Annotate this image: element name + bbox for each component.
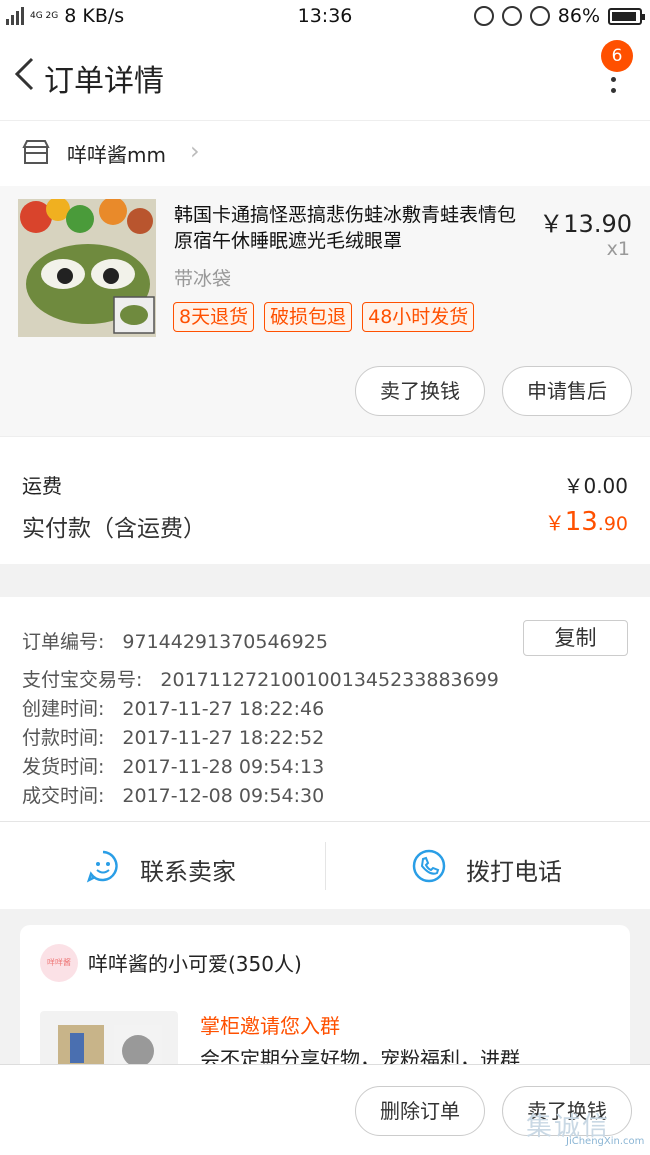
contact-seller-label: 联系卖家 — [140, 858, 236, 886]
battery-percent: 86% — [557, 5, 600, 27]
shipping-value: ￥0.00 — [563, 474, 628, 498]
call-phone-button[interactable]: 拨打电话 — [326, 822, 650, 910]
shipping-label: 运费 — [22, 474, 62, 498]
tag-damage: 破损包退 — [264, 302, 353, 332]
tag-shipping: 48小时发货 — [362, 302, 475, 332]
info-row-paid: 付款时间: 2017-11-27 18:22:52 — [22, 727, 325, 749]
product-title[interactable]: 韩国卡通搞怪恶搞悲伤蛙冰敷青蛙表情包原宿午休睡眠遮光毛绒眼罩 — [174, 202, 530, 254]
notification-badge: 6 — [601, 40, 633, 72]
delete-order-button[interactable]: 删除订单 — [355, 1086, 485, 1136]
order-item[interactable]: 韩国卡通搞怪恶搞悲伤蛙冰敷青蛙表情包原宿午休睡眠遮光毛绒眼罩 ￥13.90 x1… — [0, 186, 650, 436]
shop-name: 咩咩酱mm — [67, 143, 166, 167]
status-bar: 4G 2G 8 KB/s 13:36 86% — [0, 0, 650, 34]
copy-button[interactable]: 复制 — [523, 620, 628, 656]
info-row-shipped: 发货时间: 2017-11-28 09:54:13 — [22, 756, 325, 778]
page-title: 订单详情 — [44, 64, 164, 99]
alarm-icon — [529, 6, 550, 26]
info-row-created: 创建时间: 2017-11-27 18:22:46 — [22, 698, 325, 720]
group-invite-card[interactable]: 咩咩酱 咩咩酱的小可爱(350人) 掌柜邀请您入群 会不定期分享好物，宠粉福利，… — [20, 925, 630, 1091]
watermark-en: JiChengXin.com — [566, 1136, 645, 1147]
app-header: 订单详情 6 — [0, 34, 650, 120]
phone-icon — [412, 849, 446, 883]
product-thumbnail[interactable] — [18, 199, 156, 337]
info-row-alipay-no: 支付宝交易号: 2017112721001001345233883699 — [22, 669, 499, 691]
group-name: 咩咩酱的小可爱(350人) — [88, 952, 302, 976]
after-sale-button[interactable]: 申请售后 — [502, 366, 632, 416]
shop-icon — [22, 140, 50, 164]
service-tags: 8天退货 破损包退 48小时发货 — [173, 302, 475, 332]
sell-button[interactable]: 卖了换钱 — [355, 366, 485, 416]
order-info: 订单编号: 97144291370546925 复制 支付宝交易号: 2017112… — [0, 597, 650, 821]
paid-label: 实付款（含运费） — [22, 516, 206, 542]
contact-seller-button[interactable]: 联系卖家 — [0, 822, 325, 910]
chevron-right-icon: › — [190, 137, 200, 165]
group-invite-title: 掌柜邀请您入群 — [200, 1014, 340, 1038]
battery-icon — [608, 7, 645, 25]
tag-return: 8天退货 — [173, 302, 255, 332]
product-price: ￥13.90 — [539, 210, 632, 238]
contact-bar: 联系卖家 拨打电话 — [0, 821, 650, 909]
lock-rotation-icon — [501, 6, 522, 26]
chat-face-icon — [86, 850, 118, 883]
info-row-completed: 成交时间: 2017-12-08 09:54:30 — [22, 785, 325, 807]
shop-row[interactable]: 咩咩酱mm › — [0, 120, 650, 186]
info-row-order-no: 订单编号: 97144291370546925 — [22, 631, 328, 653]
product-quantity: x1 — [606, 238, 630, 260]
paid-amount: ￥13.90 — [544, 507, 628, 537]
fee-summary: 运费 ￥0.00 实付款（含运费） ￥13.90 — [0, 436, 650, 564]
product-sku: 带冰袋 — [174, 268, 232, 290]
watermark: 集诚信 JiChengXin.com — [526, 1106, 646, 1152]
group-avatar: 咩咩酱 — [40, 944, 78, 982]
back-arrow-icon[interactable] — [12, 56, 38, 92]
mute-icon — [473, 6, 494, 26]
call-phone-label: 拨打电话 — [466, 858, 562, 886]
